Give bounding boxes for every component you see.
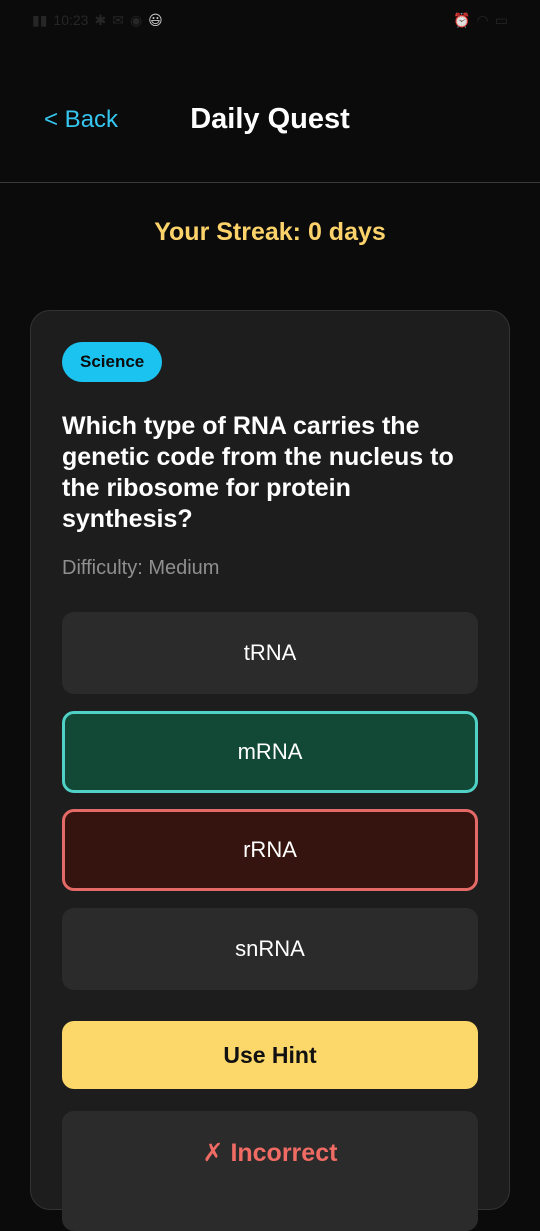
answer-option-snrna[interactable]: snRNA xyxy=(62,908,478,990)
battery-icon: ▭ xyxy=(494,11,508,28)
answer-option-trna[interactable]: tRNA xyxy=(62,612,478,694)
question-text: Which type of RNA carries the genetic co… xyxy=(62,412,454,533)
difficulty-label: Difficulty: Medium xyxy=(62,557,220,579)
category-badge: Science xyxy=(62,342,163,382)
back-button[interactable]: < Back xyxy=(44,106,118,134)
header: < Back Daily Quest xyxy=(0,40,540,183)
status-time: 10:23 xyxy=(53,12,89,28)
bluetooth-icon: ✱ xyxy=(94,11,107,28)
result-text: ✗ Incorrect xyxy=(202,1139,338,1167)
status-right: ⏰ ◠ ▭ xyxy=(453,12,508,29)
status-bar: ▮▮ 10:23 ✱ ✉ ◉ 😃 ⏰ ◠ ▭ xyxy=(0,0,540,40)
streak-label: Your Streak: 0 days xyxy=(154,218,386,246)
use-hint-button[interactable]: Use Hint xyxy=(62,1021,478,1089)
quest-card: Science Which type of RNA carries the ge… xyxy=(30,310,510,1231)
answer-option-rrna[interactable]: rRNA xyxy=(62,809,478,891)
status-left: ▮▮ 10:23 ✱ ✉ ◉ 😃 xyxy=(32,12,163,29)
signal-icon: ▮▮ xyxy=(32,11,48,28)
alarm-icon: ⏰ xyxy=(453,11,471,28)
notification-icon: ◉ xyxy=(129,11,143,28)
wifi-icon: ◠ xyxy=(476,11,489,28)
emoji-icon: 😃 xyxy=(148,11,163,28)
answer-option-mrna[interactable]: mRNA xyxy=(62,711,478,793)
result-panel: ✗ Incorrect xyxy=(62,1111,478,1231)
mail-icon: ✉ xyxy=(112,11,124,28)
